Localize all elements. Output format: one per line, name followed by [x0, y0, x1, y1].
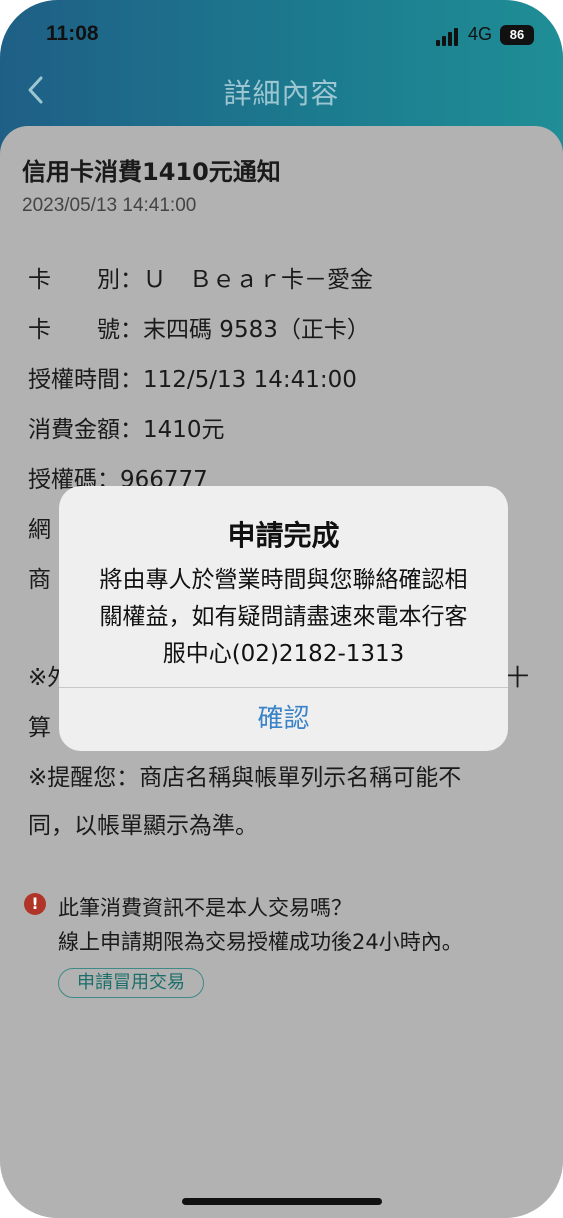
alert-icon: ! [24, 893, 46, 915]
page-title: 詳細內容 [223, 77, 340, 110]
auth-time-line: 授權時間：112/5/13 14:41:00 [28, 367, 357, 393]
fraud-hint: 線上申請期限為交易授權成功後24小時內。 [58, 930, 463, 954]
card-number-line: 卡 號：末四碼 9583（正卡） [28, 317, 370, 343]
network-line-partial: 網 [28, 517, 51, 543]
merchant-line-partial: 商 [28, 567, 51, 593]
dialog-title: 申請完成 [227, 519, 340, 552]
status-bar: 11:08 4G 86 [0, 20, 563, 54]
amount-line: 消費金額：1410元 [28, 417, 225, 443]
signal-icon [436, 28, 462, 46]
fraud-question: 此筆消費資訊不是本人交易嗎？ [58, 896, 352, 920]
battery-icon: 86 [500, 25, 534, 45]
foreign-note-right-partial: 十 [506, 665, 529, 691]
completion-dialog: 申請完成 將由專人於營業時間與您聯絡確認相關權益，如有疑問請盡速來電本行客服中心… [59, 486, 508, 751]
confirm-button[interactable]: 確認 [59, 688, 508, 751]
network-label: 4G [468, 24, 493, 44]
status-time: 11:08 [46, 22, 99, 45]
dialog-message: 將由專人於營業時間與您聯絡確認相關權益，如有疑問請盡速來電本行客服中心(02)2… [99, 567, 468, 667]
apply-fraud-button[interactable]: 申請冒用交易 [58, 968, 204, 998]
phone-screen: 11:08 4G 86 詳細內容 信用卡消費1410元通知 2023/05/13… [0, 0, 563, 1218]
reminder-line2: 同，以帳單顯示為準。 [28, 813, 258, 839]
notice-datetime: 2023/05/13 14:41:00 [22, 195, 197, 216]
foreign-note-line2-partial: 算 [28, 715, 51, 741]
notice-title: 信用卡消費1410元通知 [22, 158, 281, 186]
home-indicator[interactable] [182, 1198, 382, 1205]
reminder-line1: ※提醒您：商店名稱與帳單列示名稱可能不 [28, 765, 462, 791]
card-type-line: 卡 別：Ｕ Ｂｅａｒ卡－愛金 [28, 267, 373, 293]
